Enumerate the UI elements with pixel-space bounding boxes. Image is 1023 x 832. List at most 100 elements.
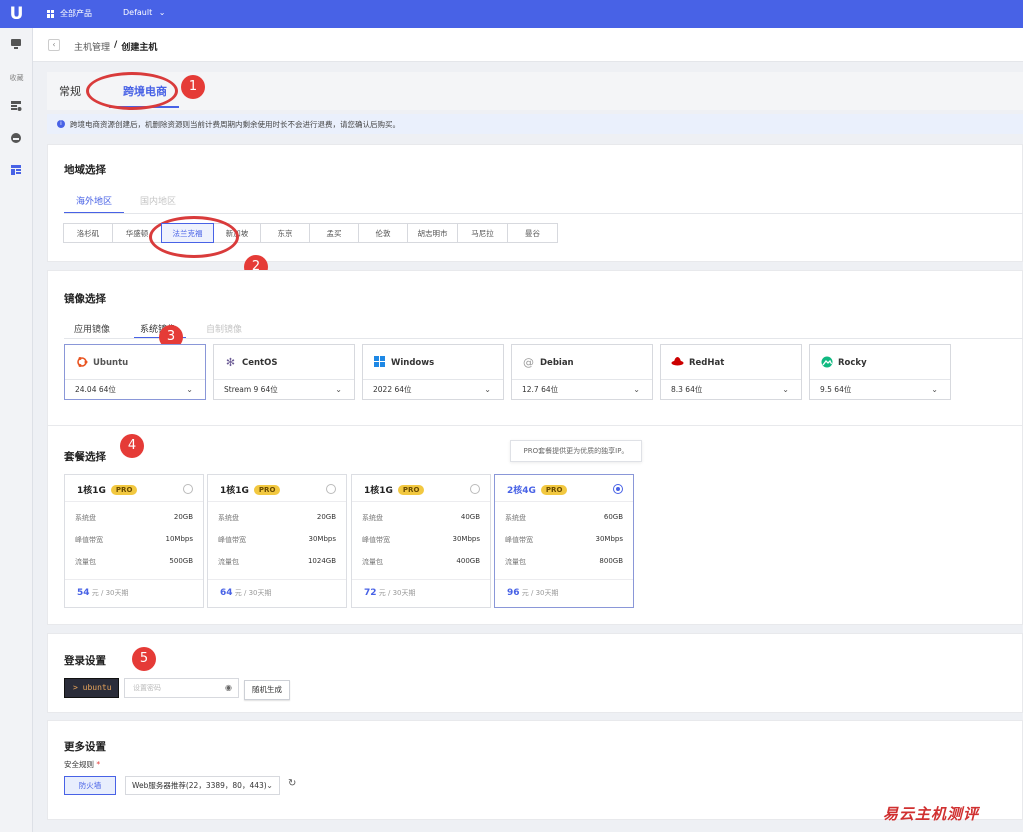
image-card-centos[interactable]: ✻ CentOS Stream 9 64位 ⌄ [213,344,355,400]
region-list: 洛杉矶 华盛顿 法兰克福 新加坡 东京 孟买 伦敦 胡志明市 马尼拉 曼谷 [63,223,558,243]
region-tab-overseas[interactable]: 海外地区 [76,194,112,207]
image-card-rocky[interactable]: Rocky 9.5 64位 ⌄ [809,344,951,400]
windows-icon [373,356,386,369]
region-option[interactable]: 伦敦 [358,223,408,243]
image-version-select[interactable]: 2022 64位 ⌄ [363,379,503,400]
chevron-down-icon: ⌄ [633,385,640,394]
back-button[interactable]: ‹ [48,39,60,51]
cloud-icon[interactable] [9,132,23,146]
region-option-selected[interactable]: 法兰克福 [161,223,214,243]
image-name: Rocky [838,358,867,368]
image-name: CentOS [242,358,278,368]
chevron-down-icon: ⌄ [335,385,342,394]
chevron-down-icon: ⌄ [266,781,273,790]
spec-label: 系统盘 [218,514,239,522]
chevron-down-icon: ⌄ [158,8,166,17]
image-card-windows[interactable]: Windows 2022 64位 ⌄ [362,344,504,400]
package-card-selected[interactable]: 2核4G PRO 系统盘 60GB 峰值带宽 30Mbps 流量包 800GB 96 元… [494,474,634,608]
image-name: Windows [391,358,435,368]
annotation-badge-5: 5 [132,647,156,671]
spec-value: 30Mbps [452,535,480,543]
region-option[interactable]: 东京 [260,223,310,243]
required-mark: * [96,760,101,769]
package-card[interactable]: 1核1G PRO 系统盘 20GB 峰值带宽 30Mbps 流量包 1024GB 64 … [207,474,347,608]
tab-general[interactable]: 常规 [59,83,81,99]
spec-value: 30Mbps [308,535,336,543]
main-content: ‹ 主机管理 / 创建主机 常规 跨境电商 1 i 跨境电商资源创建后，机删除资… [33,28,1023,832]
all-products-label: 全部产品 [60,9,92,18]
ubuntu-icon [75,356,88,369]
region-option[interactable]: 孟买 [309,223,359,243]
package-title: 套餐选择 [64,451,106,463]
username-field[interactable]: > ubuntu [64,678,119,698]
package-radio-selected[interactable] [613,484,623,494]
spec-value: 800GB [599,557,623,565]
pro-badge: PRO [253,484,281,495]
image-section: 镜像选择 应用镜像 系统镜像 自制镜像 3 Ubuntu 24.04 64位 ⌄ … [47,270,1023,446]
login-section: 登录设置 5 > ubuntu 设置密码 ◉ 随机生成 [47,633,1023,713]
region-option[interactable]: 洛杉矶 [63,223,113,243]
refresh-icon[interactable]: ↻ [288,778,296,789]
image-card-redhat[interactable]: RedHat 8.3 64位 ⌄ [660,344,802,400]
host-icon[interactable] [9,164,23,178]
password-field[interactable]: 设置密码 ◉ [124,678,239,698]
region-tab-domestic[interactable]: 国内地区 [140,194,176,207]
spec-label: 流量包 [218,558,239,566]
favorites-label[interactable]: 收藏 [4,73,29,83]
package-card[interactable]: 1核1G PRO 系统盘 40GB 峰值带宽 30Mbps 流量包 400GB 72 元… [351,474,491,608]
password-placeholder: 设置密码 [133,684,161,692]
spec-value: 1024GB [307,557,336,565]
package-section: 套餐选择 4 PRO套餐提供更为优质的独享IP。 1核1G PRO 系统盘 20GB… [47,425,1023,625]
image-version: 9.5 64位 [820,385,852,394]
info-icon: i [57,120,65,128]
package-card[interactable]: 1核1G PRO 系统盘 20GB 峰值带宽 10Mbps 流量包 500GB 54 元… [64,474,204,608]
spec-value: 500GB [169,557,193,565]
image-version: 12.7 64位 [522,385,559,394]
monitor-icon[interactable] [9,38,23,52]
breadcrumb-parent[interactable]: 主机管理 [74,40,110,53]
image-version-select[interactable]: 24.04 64位 ⌄ [65,379,205,400]
watermark: 易云主机测评 [883,805,980,823]
security-rule-select[interactable]: Web服务器推荐(22，3389，80，443) ⌄ [125,776,280,795]
spec-value: 20GB [316,513,336,521]
package-radio[interactable] [183,484,193,494]
image-card-debian[interactable]: @ Debian 12.7 64位 ⌄ [511,344,653,400]
security-rule-label: 安全规则 * [64,760,101,769]
region-option[interactable]: 马尼拉 [457,223,508,243]
server-list-icon[interactable] [9,100,23,114]
image-version-select[interactable]: 8.3 64位 ⌄ [661,379,801,400]
region-tab-divider [64,213,1023,214]
spec-label: 系统盘 [505,514,526,522]
pro-badge: PRO [110,484,138,495]
more-settings-section: 更多设置 安全规则 * 防火墙 Web服务器推荐(22，3389，80，443)… [47,720,1023,820]
image-version-select[interactable]: 12.7 64位 ⌄ [512,379,652,400]
image-version: 24.04 64位 [75,385,116,394]
image-version: Stream 9 64位 [224,385,278,394]
all-products-menu[interactable]: 全部产品 [47,8,92,19]
package-radio[interactable] [470,484,480,494]
image-card-ubuntu[interactable]: Ubuntu 24.04 64位 ⌄ [64,344,206,400]
security-rule-value: Web服务器推荐(22，3389，80，443) [132,781,267,790]
price-unit: 元 / 30天期 [378,589,416,597]
spec-value: 30Mbps [595,535,623,543]
region-option[interactable]: 曼谷 [507,223,558,243]
divider [495,579,633,580]
region-option[interactable]: 胡志明市 [407,223,458,243]
generate-password-button[interactable]: 随机生成 [244,680,290,700]
image-version-select[interactable]: Stream 9 64位 ⌄ [214,379,354,400]
package-radio[interactable] [326,484,336,494]
logo[interactable]: U [0,0,33,28]
rocky-icon [820,356,833,369]
package-price: 54 [77,588,90,598]
eye-icon[interactable]: ◉ [225,679,232,697]
breadcrumb-current: 创建主机 [121,43,158,53]
image-tab-custom[interactable]: 自制镜像 [206,322,242,335]
annotation-ring-1 [86,72,178,110]
package-name: 1核1G [364,486,393,496]
spec-value: 400GB [456,557,480,565]
image-version: 2022 64位 [373,385,412,394]
image-tab-app[interactable]: 应用镜像 [74,322,110,335]
firewall-button[interactable]: 防火墙 [64,776,116,795]
project-selector[interactable]: Default ⌄ [123,8,165,17]
image-version-select[interactable]: 9.5 64位 ⌄ [810,379,950,400]
